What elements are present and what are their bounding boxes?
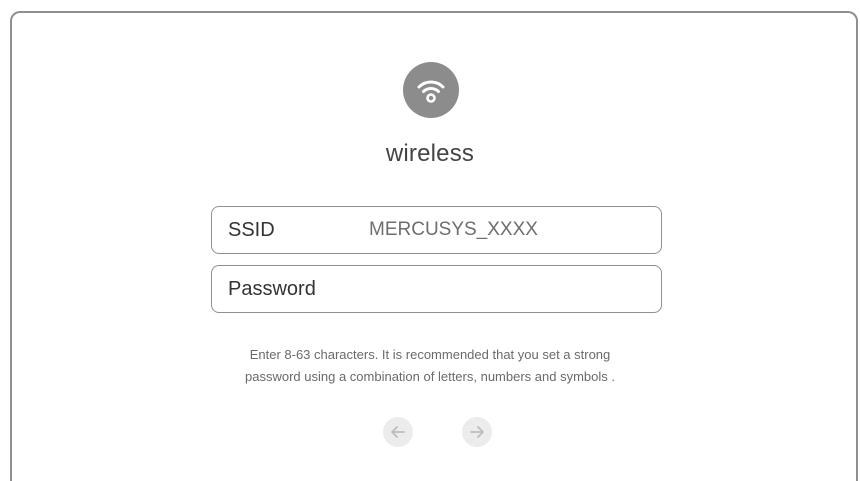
next-button[interactable] (462, 417, 492, 447)
password-hint-line-1: Enter 8-63 characters. It is recommended… (249, 347, 611, 362)
page-title: wireless (385, 140, 475, 167)
ssid-field[interactable]: SSID MERCUSYS_XXXX (211, 206, 662, 254)
password-field[interactable]: Password (211, 265, 662, 313)
ssid-label: SSID (228, 219, 275, 241)
wifi-icon (403, 62, 459, 118)
arrow-right-icon (470, 426, 484, 438)
ssid-value[interactable]: MERCUSYS_XXXX (369, 219, 538, 241)
arrow-left-icon (391, 426, 405, 438)
password-hint-line-2: password using a combination of letters,… (245, 369, 615, 384)
password-hint: Enter 8-63 characters. It is recommended… (0, 344, 860, 388)
back-button[interactable] (383, 417, 413, 447)
password-label: Password (228, 278, 316, 300)
